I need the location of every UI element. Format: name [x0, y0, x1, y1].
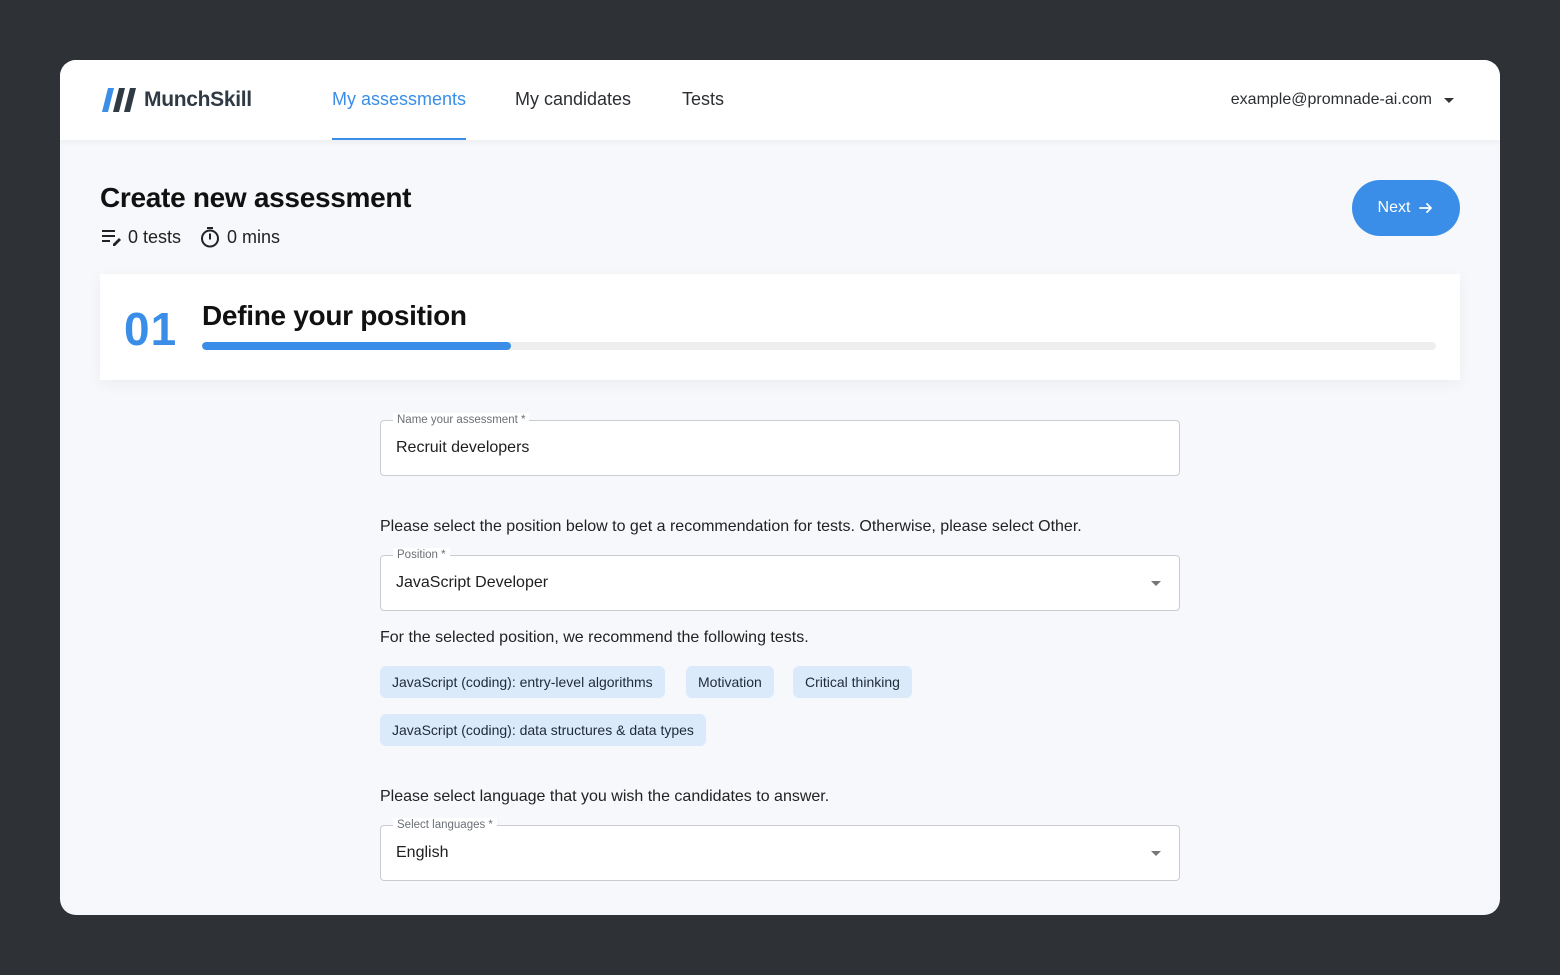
language-value: English — [396, 844, 449, 861]
tests-count-text: 0 tests — [128, 226, 182, 247]
assessment-name-value: Recruit developers — [396, 439, 530, 456]
caret-down-icon — [1444, 97, 1454, 103]
account-menu[interactable]: example@promnade-ai.com — [1231, 60, 1454, 140]
position-label: Position * — [393, 548, 450, 562]
nav-tab-my-assessments[interactable]: My assessments — [332, 60, 467, 140]
position-prompt: Please select the position below to get … — [380, 518, 1082, 535]
brand-name: MunchSkill — [144, 88, 252, 111]
brand-logo[interactable]: MunchSkill — [100, 86, 252, 114]
next-button[interactable]: Next — [1352, 180, 1460, 236]
duration-text: 0 mins — [227, 226, 281, 247]
step-header-card: 01 Define your position — [100, 274, 1460, 380]
step-progress-bar — [202, 342, 1436, 350]
language-prompt: Please select language that you wish the… — [380, 788, 830, 805]
munchskill-logo-icon — [102, 88, 136, 112]
assessment-name-field[interactable]: Name your assessment * Recruit developer… — [380, 413, 1180, 476]
language-label: Select languages * — [393, 818, 497, 832]
duration: 0 mins — [199, 226, 280, 248]
account-email: example@promnade-ai.com — [1230, 91, 1432, 108]
recommended-test-chip[interactable]: JavaScript (coding): entry-level algorit… — [380, 666, 665, 698]
recommended-test-chip[interactable]: Motivation — [686, 666, 774, 698]
assessment-summary: 0 tests 0 mins — [100, 226, 298, 248]
page-title: Create new assessment — [100, 182, 412, 213]
caret-down-icon — [1151, 581, 1161, 586]
position-value: JavaScript Developer — [396, 574, 549, 591]
recommendation-text: For the selected position, we recommend … — [380, 629, 809, 646]
step-progress-fill — [202, 342, 511, 350]
nav-tab-my-candidates[interactable]: My candidates — [515, 60, 631, 140]
recommended-test-chip[interactable]: JavaScript (coding): data structures & d… — [380, 714, 706, 746]
timer-icon — [201, 227, 220, 248]
language-select[interactable]: Select languages * English — [380, 818, 1180, 881]
playlist-edit-icon — [102, 230, 121, 246]
nav-tab-tests[interactable]: Tests — [682, 60, 724, 140]
assessment-name-label: Name your assessment * — [393, 413, 530, 427]
next-button-label: Next — [1377, 199, 1411, 216]
position-select[interactable]: Position * JavaScript Developer — [380, 548, 1180, 611]
arrow-right-icon — [1419, 203, 1433, 213]
app-window: MunchSkill My assessments My candidates … — [60, 60, 1500, 915]
top-navigation-bar: MunchSkill My assessments My candidates … — [60, 60, 1500, 140]
caret-down-icon — [1151, 851, 1161, 856]
step-number: 01 — [124, 303, 178, 355]
tests-count: 0 tests — [100, 226, 181, 248]
recommended-test-chip[interactable]: Critical thinking — [793, 666, 912, 698]
step-title: Define your position — [202, 300, 467, 331]
